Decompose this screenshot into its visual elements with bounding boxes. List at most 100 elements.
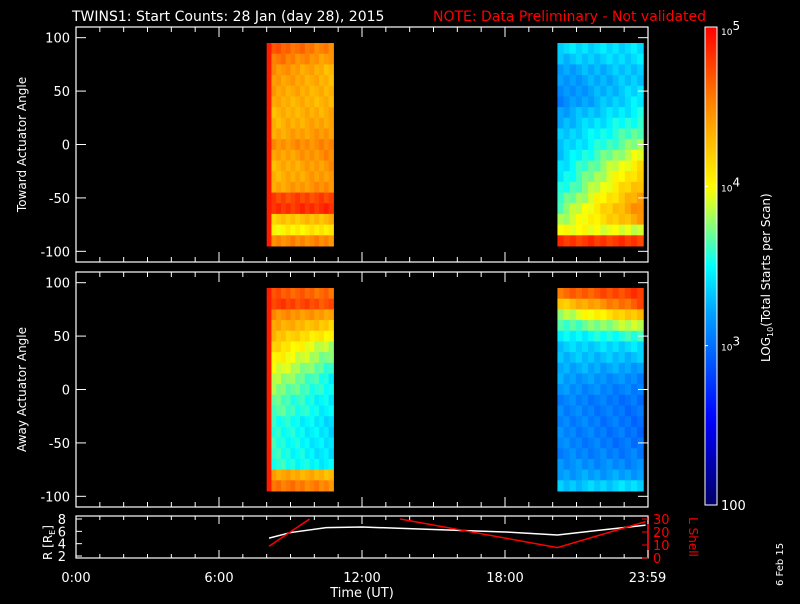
- spectrogram-cell: [328, 96, 334, 108]
- spectrogram-cell: [309, 85, 315, 97]
- spectrogram-cell: [575, 117, 583, 129]
- spectrogram-cell: [309, 405, 315, 417]
- spectrogram-cell: [309, 192, 315, 204]
- spectrogram-cell: [630, 416, 638, 428]
- spectrogram-cell: [276, 235, 282, 247]
- spectrogram-cell: [612, 192, 620, 204]
- spectrogram-cell: [285, 341, 291, 353]
- spectrogram-cell: [594, 203, 601, 215]
- spectrogram-cell: [328, 171, 334, 183]
- spectrogram-block: [266, 288, 334, 492]
- r-axis-label-part: ]: [41, 525, 55, 530]
- spectrogram-cell: [280, 298, 287, 310]
- spectrogram-cell: [630, 480, 638, 492]
- spectrogram-cell: [637, 480, 644, 492]
- spectrogram-cell: [276, 362, 282, 374]
- spectrogram-cell: [588, 213, 595, 226]
- spectrogram-cell: [290, 405, 296, 417]
- spectrogram-cell: [557, 384, 565, 396]
- spectrogram-cell: [637, 53, 644, 65]
- spectrogram-cell: [276, 181, 282, 194]
- spectrogram-cell: [624, 75, 632, 87]
- spectrogram-cell: [594, 426, 601, 439]
- colorbar-label: LOG10(Total Starts per Scan): [759, 193, 775, 362]
- spectrogram-cell: [314, 235, 320, 247]
- lshell-tick-label: 0: [653, 552, 661, 567]
- spectrogram-cell: [612, 458, 620, 471]
- spectrogram-cell: [563, 224, 571, 236]
- spectrogram-cell: [581, 480, 589, 492]
- spectrogram-cell: [630, 288, 638, 300]
- spectrogram-cell: [563, 458, 571, 471]
- spectrogram-cell: [280, 139, 287, 151]
- spectrogram-cell: [600, 107, 607, 119]
- spectrogram-cell: [630, 448, 638, 460]
- spectrogram-cell: [276, 85, 282, 97]
- spectrogram-cell: [323, 160, 330, 172]
- spectrogram-cell: [295, 298, 301, 310]
- spectrogram-cell: [280, 394, 287, 407]
- spectrogram-cell: [575, 203, 583, 215]
- spectrogram-cell: [606, 416, 614, 428]
- spectrogram-cell: [323, 405, 330, 417]
- lshell-line: [268, 518, 310, 547]
- spectrogram-cell: [581, 203, 589, 215]
- spectrogram-cell: [295, 373, 301, 385]
- spectrogram-cell: [280, 203, 287, 215]
- spectrogram-cell: [575, 362, 583, 374]
- spectrogram-cell: [323, 458, 330, 471]
- spectrogram-cell: [285, 458, 291, 471]
- spectrogram-cell: [588, 53, 595, 65]
- spectrogram-cell: [314, 352, 320, 364]
- spectrogram-cell: [271, 426, 277, 439]
- spectrogram-cell: [319, 128, 325, 140]
- spectrogram-cell: [612, 224, 620, 236]
- spectrogram-cell: [624, 224, 632, 236]
- spectrogram-cell: [630, 235, 638, 247]
- spectrogram-cell: [323, 309, 330, 321]
- spectrogram-cell: [323, 341, 330, 353]
- spectrogram-cell: [328, 309, 334, 321]
- spectrogram-cell: [285, 192, 291, 204]
- spectrogram-cell: [557, 298, 565, 310]
- spectrogram-cell: [304, 416, 311, 428]
- spectrogram-cell: [295, 203, 301, 215]
- spectrogram-cell: [323, 139, 330, 151]
- spectrogram-cell: [575, 85, 583, 97]
- spectrogram-cell: [276, 117, 282, 129]
- spectrogram-cell: [304, 394, 311, 407]
- spectrogram-cell: [618, 149, 626, 162]
- spectrogram-cell: [624, 117, 632, 129]
- spectrogram-cell: [563, 107, 571, 119]
- spectrogram-cell: [600, 309, 607, 321]
- spectrogram-cell: [606, 330, 614, 342]
- spectrogram-cell: [319, 75, 325, 87]
- spectrogram-cell: [588, 341, 595, 353]
- spectrogram-cell: [276, 203, 282, 215]
- spectrogram-cell: [266, 480, 272, 492]
- spectrogram-cell: [637, 448, 644, 460]
- x-tick-label: 23:59: [629, 571, 666, 586]
- spectrogram-cell: [588, 203, 595, 215]
- spectrogram-cell: [304, 149, 311, 162]
- spectrogram-cell: [637, 320, 644, 332]
- spectrogram-cell: [323, 96, 330, 108]
- spectrogram-cell: [319, 384, 325, 396]
- spectrogram-cell: [300, 203, 306, 215]
- spectrogram-cell: [285, 139, 291, 151]
- spectrogram-cell: [328, 139, 334, 151]
- colorbar-tick-exp: 5: [732, 19, 740, 33]
- spectrogram-cell: [309, 384, 315, 396]
- spectrogram-cell: [323, 352, 330, 364]
- spectrogram-cell: [618, 426, 626, 439]
- spectrogram-cell: [588, 117, 595, 129]
- spectrogram-cell: [295, 107, 301, 119]
- spectrogram-cell: [319, 426, 325, 439]
- spectrogram-cell: [285, 128, 291, 140]
- spectrogram-cell: [575, 43, 583, 55]
- spectrogram-cell: [285, 85, 291, 97]
- spectrogram-cell: [594, 107, 601, 119]
- spectrogram-cell: [319, 64, 325, 76]
- spectrogram-cell: [328, 330, 334, 342]
- spectrogram-cell: [630, 96, 638, 108]
